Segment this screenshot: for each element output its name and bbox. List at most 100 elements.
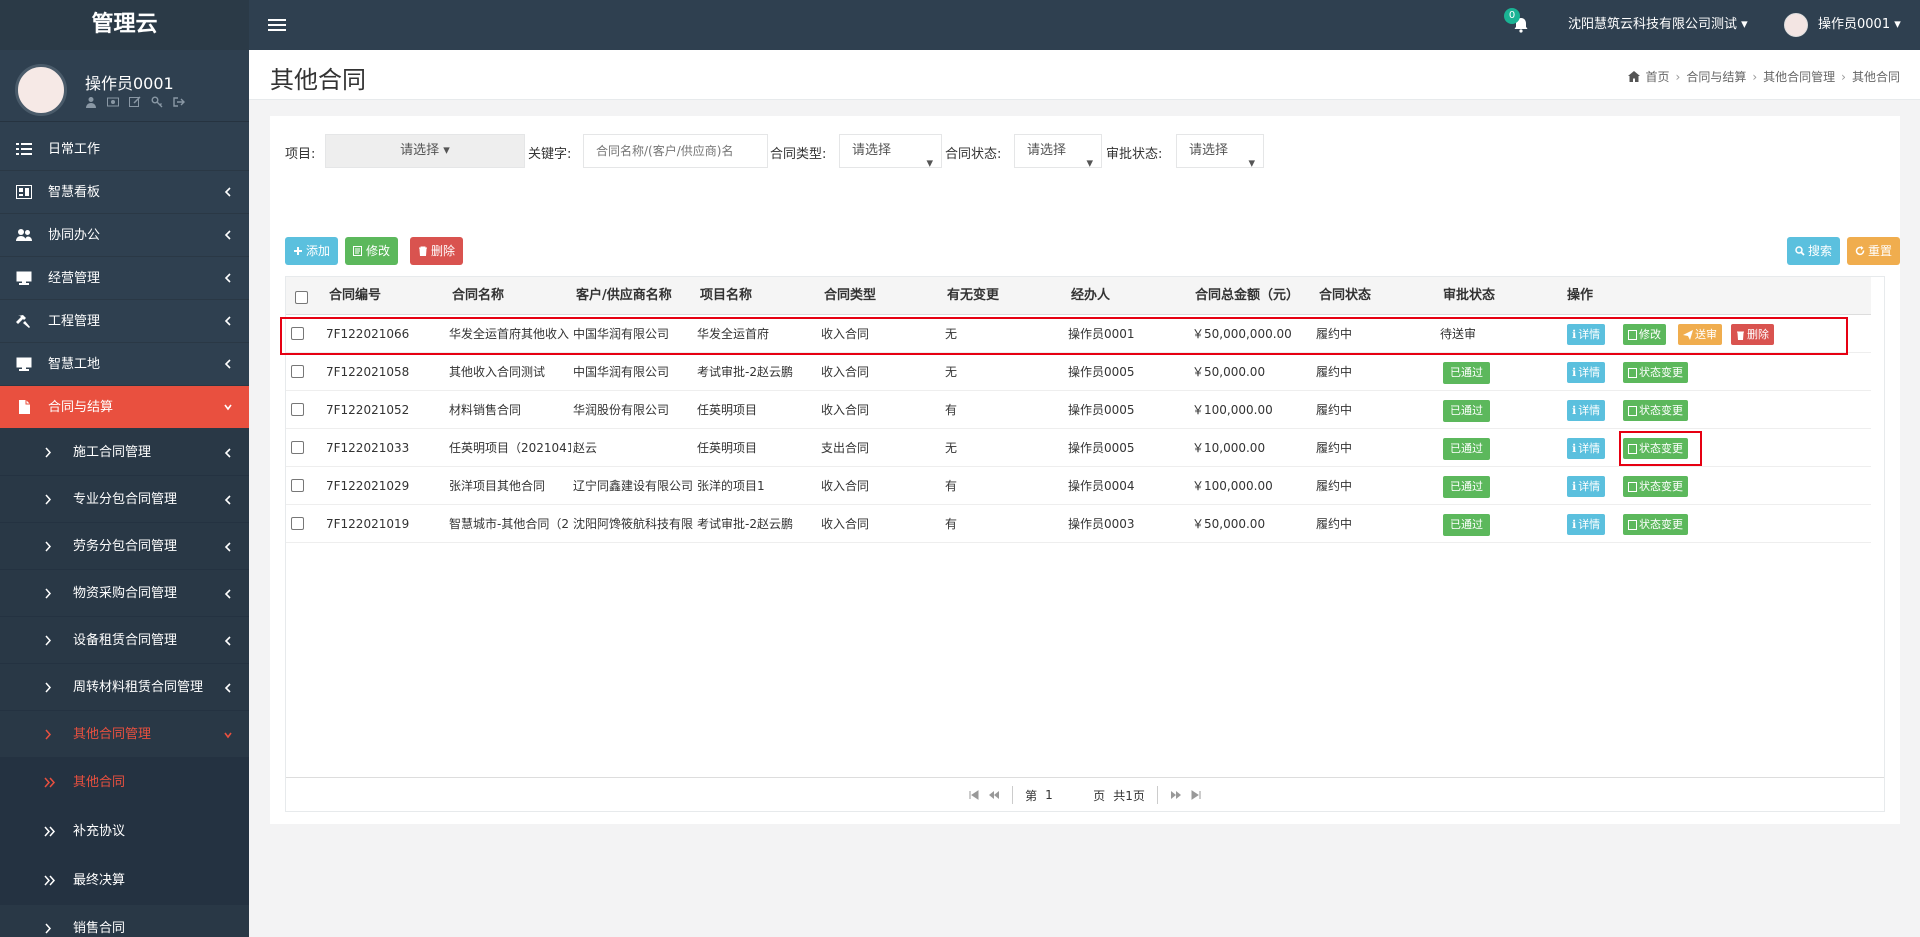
detail-button[interactable]: ℹ 详情 [1567, 362, 1606, 383]
keyword-label: 关键字: [528, 147, 572, 162]
row-checkbox[interactable] [291, 403, 304, 416]
subnav-material-purchase[interactable]: 物资采购合同管理 [0, 570, 249, 617]
refresh-icon [1855, 246, 1865, 256]
table-row[interactable]: 7F122021029 张洋项目其他合同 辽宁同鑫建设有限公司 张洋的项目1 收… [286, 467, 1871, 505]
page-number-input[interactable]: 1 [1045, 788, 1085, 802]
user-avatar[interactable] [1784, 13, 1808, 37]
sidebar-item-smart-site[interactable]: 智慧工地 [0, 343, 249, 386]
subnav-labor-subcontract[interactable]: 劳务分包合同管理 [0, 523, 249, 570]
app-brand: 管理云 [0, 0, 249, 50]
detail-button[interactable]: ℹ 详情 [1567, 438, 1606, 459]
subnav-label: 其他合同管理 [73, 727, 152, 742]
approval-status-badge: 已通过 [1443, 400, 1490, 422]
chevron-left-icon [223, 229, 233, 241]
chevron-left-icon [223, 682, 233, 694]
contract-name: 任英明项目（2021041 [449, 441, 571, 455]
column-header[interactable]: 客户/供应商名称 [576, 277, 672, 315]
status-change-button[interactable]: 状态变更 [1623, 362, 1688, 383]
chevron-right-icon [44, 588, 52, 599]
approval-status-select[interactable]: 请选择 ▾ [1176, 134, 1264, 171]
row-checkbox[interactable] [291, 479, 304, 492]
subnav2-final-settlement[interactable]: 最终决算 [0, 856, 249, 905]
logout-icon[interactable] [173, 96, 185, 108]
edit-button[interactable]: 修改 [345, 237, 399, 265]
column-header[interactable]: 经办人 [1071, 277, 1110, 315]
status-change-button[interactable]: 状态变更 [1623, 476, 1688, 497]
main-content: 其他合同 首页 › 合同与结算 › 其他合同管理 › 其他合同 项目: 请选择 … [249, 50, 1920, 937]
menu-toggle-icon[interactable] [268, 16, 286, 34]
chevron-left-icon [223, 186, 233, 198]
add-button[interactable]: 添加 [285, 237, 339, 265]
contract-status-select[interactable]: 请选择 ▾ [1014, 134, 1102, 171]
sidebar-item-daily-work[interactable]: 日常工作 [0, 128, 249, 171]
subnav-construction-contract[interactable]: 施工合同管理 [0, 429, 249, 476]
has-change: 无 [945, 365, 958, 379]
column-header[interactable]: 审批状态 [1443, 277, 1495, 315]
subnav-label: 销售合同 [73, 921, 126, 936]
column-header[interactable]: 合同总金额（元） [1195, 277, 1299, 315]
contract-amount: ￥100,000.00 [1192, 479, 1273, 493]
contract-type: 支出合同 [821, 441, 870, 455]
column-header[interactable]: 合同状态 [1319, 277, 1371, 315]
row-checkbox[interactable] [291, 517, 304, 530]
column-header[interactable]: 有无变更 [947, 277, 999, 315]
subnav2-supplement-agreement[interactable]: 补充协议 [0, 807, 249, 856]
sidebar-item-dashboard[interactable]: 智慧看板 [0, 171, 249, 214]
photo-icon[interactable] [107, 96, 119, 108]
sidebar-item-business[interactable]: 经营管理 [0, 257, 249, 300]
detail-button[interactable]: ℹ 详情 [1567, 400, 1606, 421]
select-all-checkbox[interactable] [295, 291, 308, 304]
contract-type: 收入合同 [821, 365, 870, 379]
edit-icon[interactable] [129, 96, 141, 108]
sidebar-item-contract-settlement[interactable]: 合同与结算 [0, 386, 249, 429]
column-header[interactable]: 合同名称 [452, 277, 504, 315]
sidebar: 操作员0001 日常工作 智慧看板 协同办公 经营管理 工程管理 智慧工地 合同… [0, 50, 249, 937]
detail-button[interactable]: ℹ 详情 [1567, 476, 1606, 497]
column-header[interactable]: 合同编号 [329, 277, 381, 315]
subnav-other-contract-management[interactable]: 其他合同管理 [0, 711, 249, 758]
table-row[interactable]: 7F122021058 其他收入合同测试 中国华润有限公司 考试审批-2赵云鹏 … [286, 353, 1871, 391]
table-row[interactable]: 7F122021019 智慧城市-其他合同（2 沈阳阿馋筱航科技有限 考试审批-… [286, 505, 1871, 543]
first-page-icon[interactable] [968, 789, 980, 801]
reset-button[interactable]: 重置 [1847, 237, 1900, 265]
breadcrumb-level1[interactable]: 合同与结算 [1686, 68, 1746, 85]
column-header[interactable]: 合同类型 [824, 277, 876, 315]
table-row[interactable]: 7F122021052 材料销售合同 华润股份有限公司 任英明项目 收入合同 有… [286, 391, 1871, 429]
company-dropdown[interactable]: 沈阳慧筑云科技有限公司测试 ▾ [1568, 0, 1748, 50]
subnav-specialty-subcontract[interactable]: 专业分包合同管理 [0, 476, 249, 523]
keyword-input[interactable] [583, 134, 768, 168]
contract-amount: ￥50,000.00 [1192, 517, 1266, 531]
sidebar-item-engineering[interactable]: 工程管理 [0, 300, 249, 343]
row-checkbox[interactable] [291, 441, 304, 454]
user-dropdown[interactable]: 操作员0001 ▾ [1818, 0, 1901, 50]
breadcrumb-level2[interactable]: 其他合同管理 [1763, 68, 1835, 85]
subnav-equipment-lease[interactable]: 设备租赁合同管理 [0, 617, 249, 664]
last-page-icon[interactable] [1190, 789, 1202, 801]
status-change-button[interactable]: 状态变更 [1623, 514, 1688, 535]
search-button[interactable]: 搜索 [1787, 237, 1841, 265]
subnav-turnover-material-lease[interactable]: 周转材料租赁合同管理 [0, 664, 249, 711]
status-change-button[interactable]: 状态变更 [1623, 400, 1688, 421]
contract-type-select[interactable]: 请选择 ▾ [839, 134, 942, 171]
handler: 操作员0004 [1068, 479, 1135, 493]
column-header: 操作 [1567, 288, 1594, 303]
contract-type: 收入合同 [821, 479, 870, 493]
next-page-icon[interactable] [1170, 789, 1182, 801]
chevron-left-icon [223, 315, 233, 327]
subnav2-other-contract[interactable]: 其他合同 [0, 758, 249, 807]
user-icon[interactable] [85, 96, 97, 108]
project-select[interactable]: 请选择 ▾ [325, 134, 525, 168]
row-checkbox[interactable] [291, 365, 304, 378]
prev-page-icon[interactable] [988, 789, 1000, 801]
chevron-left-icon [223, 635, 233, 647]
contract-amount: ￥10,000.00 [1192, 441, 1266, 455]
detail-button[interactable]: ℹ 详情 [1567, 514, 1606, 535]
sidebar-item-collab[interactable]: 协同办公 [0, 214, 249, 257]
column-header[interactable]: 项目名称 [700, 277, 752, 315]
key-icon[interactable] [151, 96, 163, 108]
subnav-label: 补充协议 [73, 824, 126, 839]
pagination: 第 1 页 共1页 [286, 777, 1884, 812]
subnav-sales-contract[interactable]: 销售合同 [0, 905, 249, 937]
delete-button[interactable]: 删除 [410, 237, 464, 265]
breadcrumb-home[interactable]: 首页 [1646, 68, 1670, 85]
